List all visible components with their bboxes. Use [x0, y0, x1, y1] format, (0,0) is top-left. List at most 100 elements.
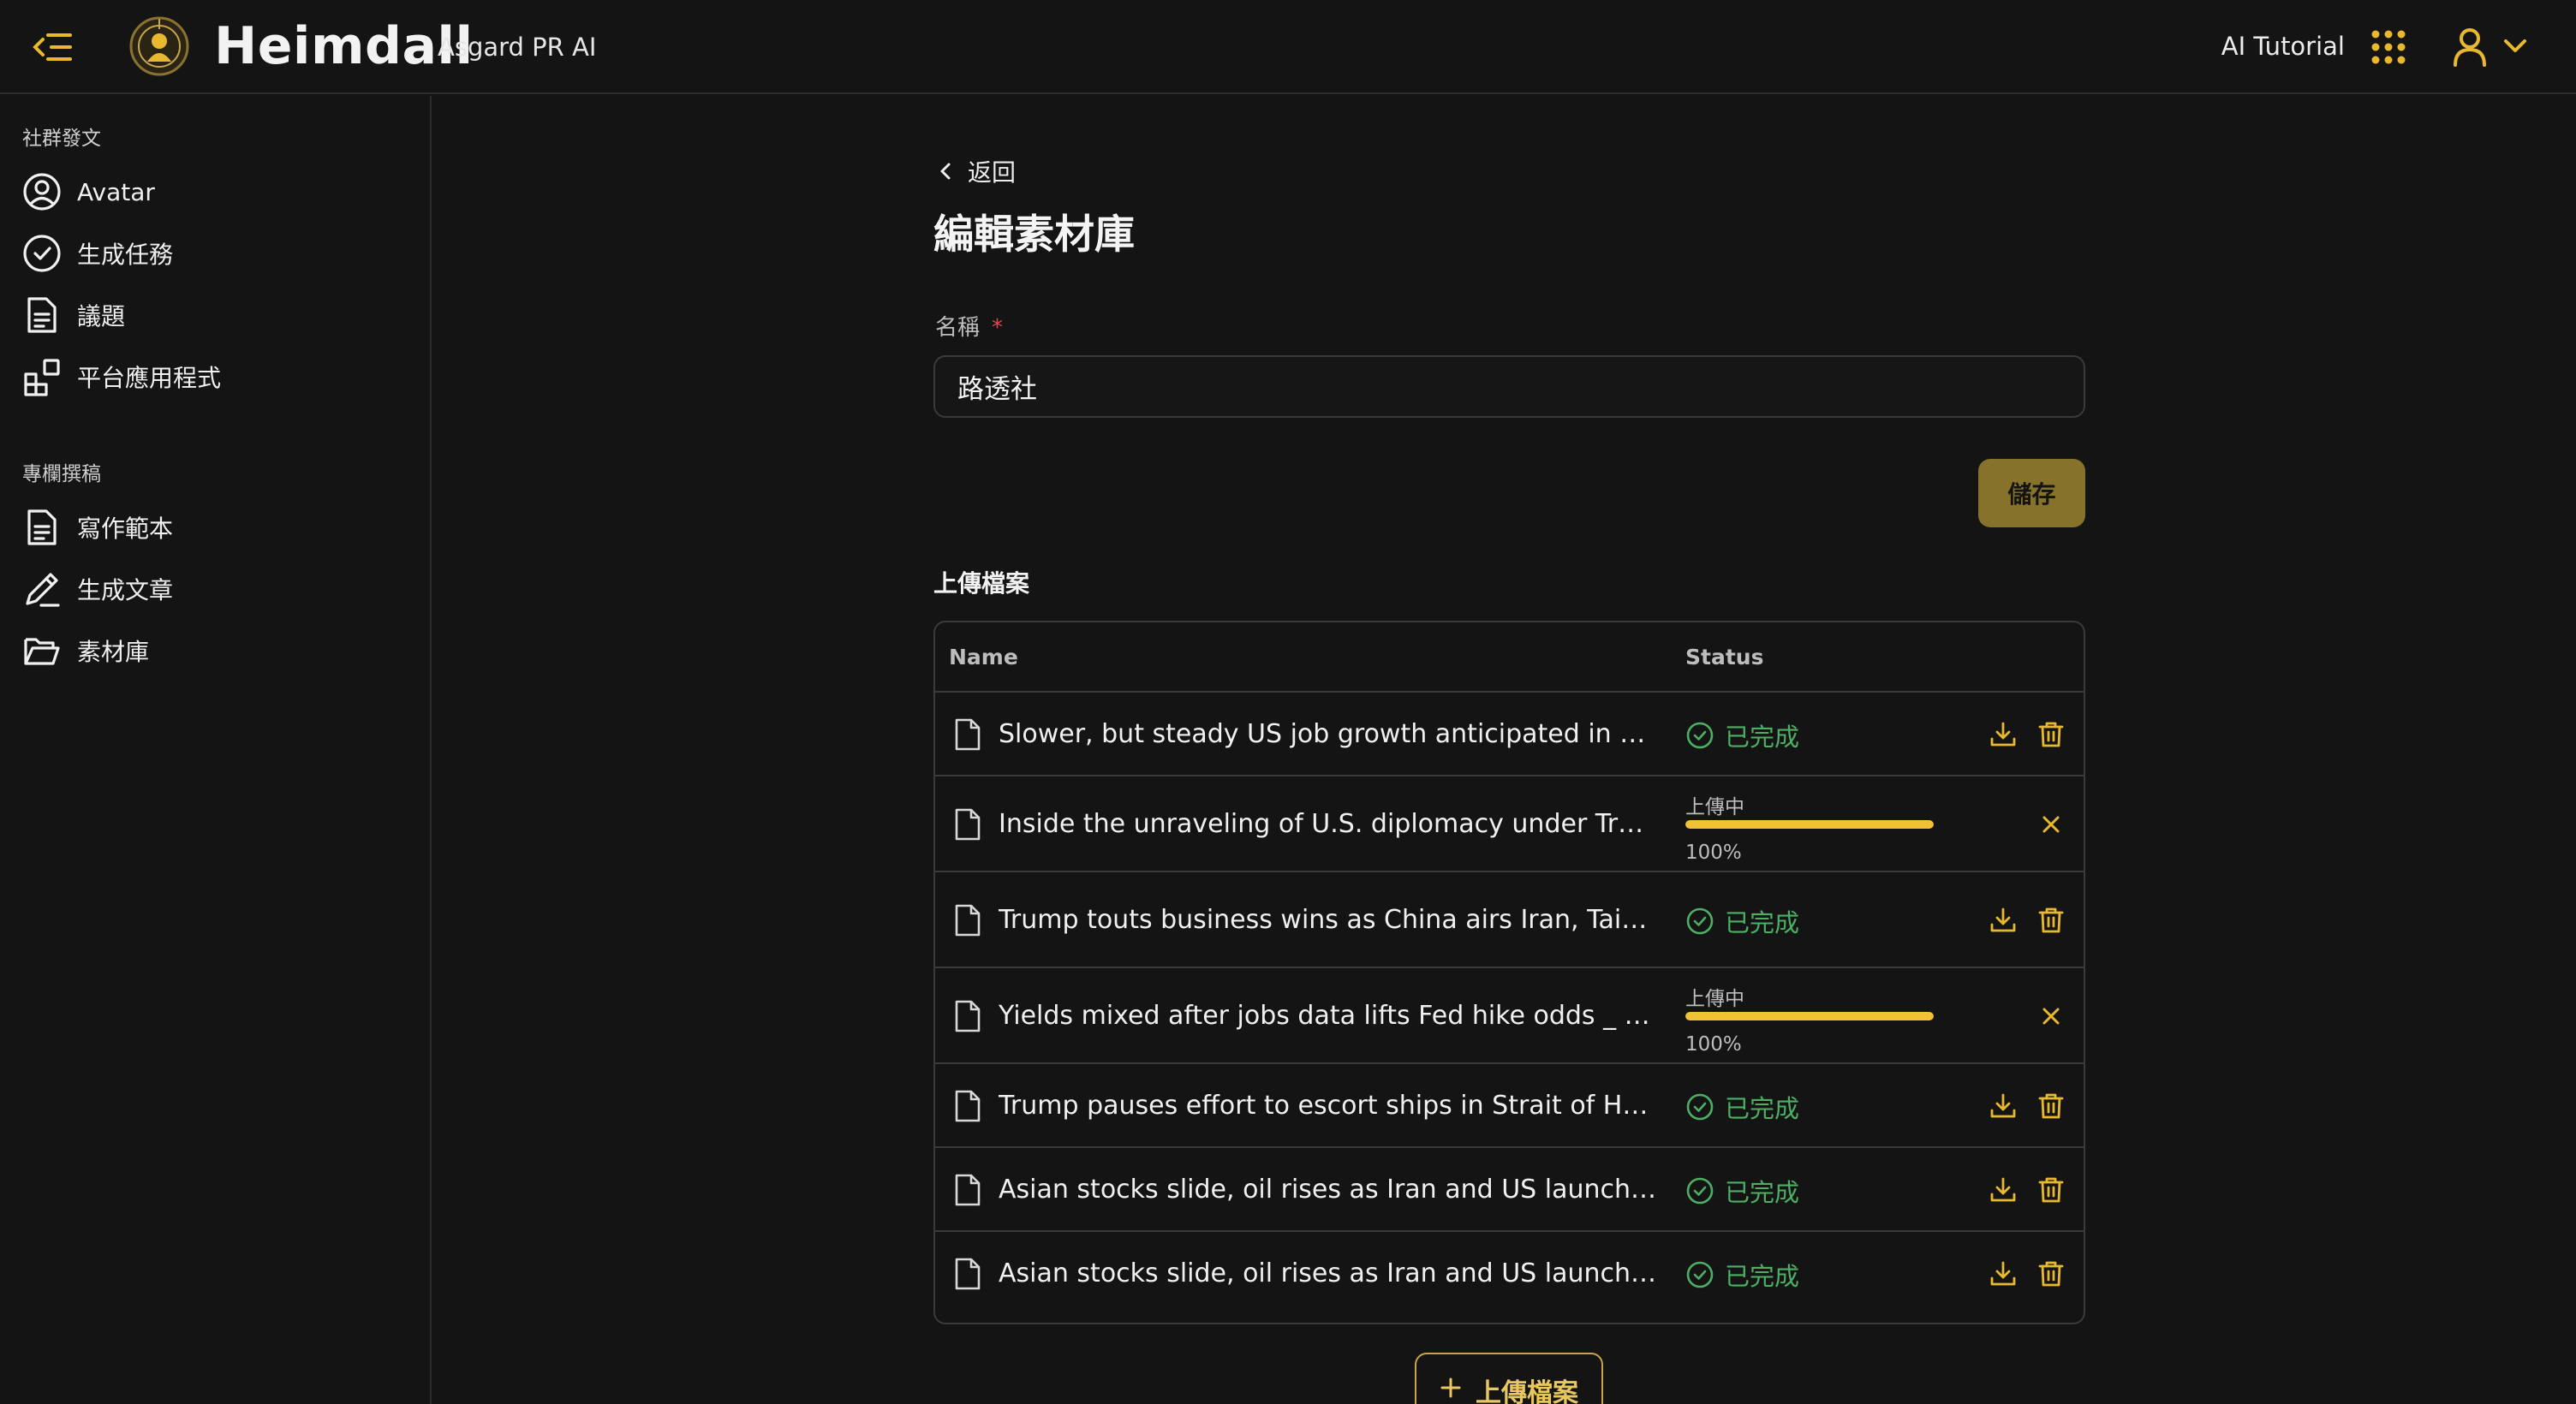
heimdall-logo[interactable]	[128, 15, 190, 77]
status-uploading: 上傳中	[1685, 796, 1744, 818]
file-table: Name Status Slower, but steady US job gr…	[933, 621, 2085, 1324]
sidebar-item-label: 素材庫	[77, 638, 150, 666]
download-icon[interactable]	[1989, 1092, 2018, 1121]
name-input[interactable]	[933, 355, 2085, 418]
upload-progress-bar	[1685, 820, 1934, 829]
upload-button-label: 上傳檔案	[1476, 1378, 1578, 1404]
sidebar-item-label: 寫作範本	[77, 515, 174, 543]
apps-add-icon	[24, 359, 60, 396]
table-row: Slower, but steady US job growth anticip…	[935, 693, 2084, 776]
status-text: 已完成	[1725, 723, 1800, 752]
back-link[interactable]: 返回	[935, 154, 1016, 188]
user-menu[interactable]	[2451, 26, 2537, 68]
name-label-text: 名稱	[935, 315, 981, 341]
table-row: Yields mixed after jobs data lifts Fed h…	[935, 968, 2084, 1064]
app-title: Heimdall	[214, 16, 474, 76]
status-text: 已完成	[1725, 1262, 1800, 1291]
menu-collapse-icon[interactable]	[31, 27, 74, 67]
apps-grid-icon[interactable]	[2370, 29, 2406, 65]
file-icon	[955, 1258, 981, 1290]
status-complete: 已完成	[1685, 1257, 1799, 1293]
upload-section-title: 上傳檔案	[933, 569, 1030, 598]
progress-percent: 100%	[1685, 842, 1742, 864]
close-icon[interactable]	[2036, 1002, 2066, 1031]
table-row: Asian stocks slide, oil rises as Iran an…	[935, 1232, 2084, 1323]
upload-file-button[interactable]: 上傳檔案	[1415, 1353, 1603, 1404]
chevron-down-icon	[2504, 39, 2526, 52]
status-text: 已完成	[1725, 908, 1800, 937]
progress-percent: 100%	[1685, 1033, 1742, 1056]
save-button[interactable]: 儲存	[1978, 459, 2085, 527]
check-circle-icon	[1686, 907, 1714, 935]
check-circle-icon	[23, 235, 61, 272]
status-text: 已完成	[1725, 1094, 1800, 1123]
trash-icon[interactable]	[2036, 906, 2066, 935]
required-mark: *	[992, 315, 1004, 341]
chevron-left-icon	[940, 163, 951, 180]
trash-icon[interactable]	[2036, 1092, 2066, 1121]
sidebar-item-label: 生成任務	[77, 241, 174, 269]
sidebar-section-column: 專欄撰稿	[22, 463, 101, 485]
file-name: Yields mixed after jobs data lifts Fed h…	[999, 1001, 1658, 1031]
sidebar-section-social: 社群發文	[22, 128, 101, 150]
upload-progress-bar	[1685, 1012, 1934, 1020]
sidebar-item-label: 議題	[77, 302, 126, 330]
download-icon[interactable]	[1989, 906, 2018, 935]
app-subtitle: Asgard PR AI	[438, 33, 597, 62]
file-name: Trump touts business wins as China airs …	[999, 905, 1658, 935]
user-circle-icon	[23, 173, 61, 211]
status-uploading: 上傳中	[1685, 988, 1744, 1010]
close-icon[interactable]	[2036, 810, 2066, 839]
file-name: Inside the unraveling of U.S. diplomacy …	[999, 809, 1658, 839]
status-complete: 已完成	[1685, 717, 1799, 753]
sidebar-item-avatar[interactable]: Avatar	[22, 166, 416, 217]
folder-open-icon	[24, 638, 60, 665]
sidebar-item-topics[interactable]: 議題	[22, 289, 416, 341]
file-icon	[955, 1000, 981, 1032]
sidebar: 社群發文 Avatar 生成任務 議題 平台應用程式 專欄撰稿 寫作範本 生成文…	[0, 96, 432, 1404]
ai-tutorial-link[interactable]: AI Tutorial	[2221, 29, 2345, 63]
document-icon	[27, 297, 57, 333]
table-row: Asian stocks slide, oil rises as Iran an…	[935, 1148, 2084, 1232]
file-icon	[955, 1090, 981, 1122]
sidebar-item-platform-apps[interactable]: 平台應用程式	[22, 351, 416, 402]
sidebar-item-tasks[interactable]: 生成任務	[22, 228, 416, 279]
status-complete: 已完成	[1685, 903, 1799, 939]
status-complete: 已完成	[1685, 1173, 1799, 1209]
status-text: 已完成	[1725, 1178, 1800, 1207]
sidebar-item-templates[interactable]: 寫作範本	[22, 502, 416, 553]
pen-icon	[26, 573, 60, 607]
file-icon	[955, 1174, 981, 1206]
sidebar-item-label: 平台應用程式	[77, 364, 222, 392]
download-icon[interactable]	[1989, 1259, 2018, 1288]
file-name: Asian stocks slide, oil rises as Iran an…	[999, 1175, 1658, 1205]
name-field-label: 名稱 *	[935, 310, 1003, 342]
check-circle-icon	[1686, 722, 1714, 749]
user-icon	[2454, 28, 2526, 67]
check-circle-icon	[1686, 1177, 1714, 1205]
trash-icon[interactable]	[2036, 1175, 2066, 1205]
plus-icon	[1440, 1377, 1461, 1398]
download-icon[interactable]	[1989, 720, 2018, 749]
sidebar-item-generate-article[interactable]: 生成文章	[22, 563, 416, 615]
file-name: Slower, but steady US job growth anticip…	[999, 719, 1658, 749]
file-name: Trump pauses effort to escort ships in S…	[999, 1091, 1658, 1121]
trash-icon[interactable]	[2036, 720, 2066, 749]
page-title: 編輯素材庫	[933, 211, 1135, 259]
file-icon	[955, 904, 981, 937]
file-name: Asian stocks slide, oil rises as Iran an…	[999, 1258, 1658, 1288]
table-row: Trump pauses effort to escort ships in S…	[935, 1064, 2084, 1148]
file-icon	[955, 718, 981, 751]
sidebar-item-asset-library[interactable]: 素材庫	[22, 625, 416, 676]
sidebar-item-label: 生成文章	[77, 576, 174, 604]
file-icon	[955, 808, 981, 841]
back-label: 返回	[968, 158, 1017, 187]
table-header: Name Status	[935, 622, 2084, 693]
trash-icon[interactable]	[2036, 1259, 2066, 1288]
sidebar-item-label: Avatar	[77, 177, 155, 206]
download-icon[interactable]	[1989, 1175, 2018, 1205]
column-header-name: Name	[949, 645, 1018, 669]
status-complete: 已完成	[1685, 1089, 1799, 1125]
progress-fill	[1685, 820, 1934, 829]
progress-fill	[1685, 1012, 1934, 1020]
